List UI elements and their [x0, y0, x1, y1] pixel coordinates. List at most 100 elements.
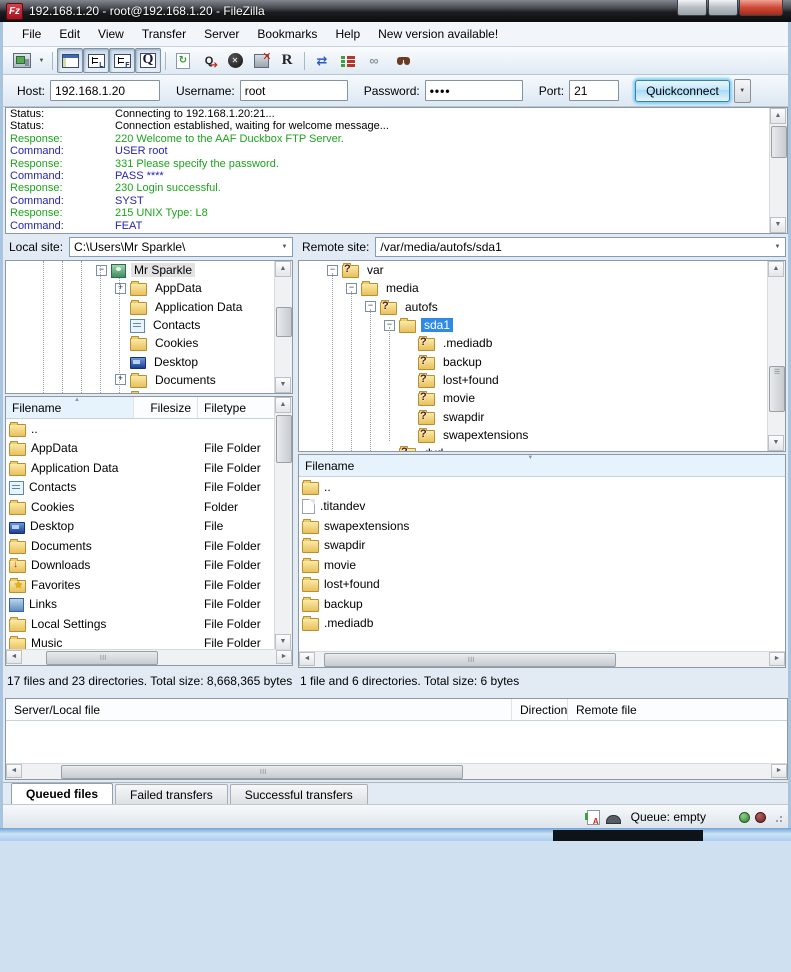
tab-successful-transfers[interactable]: Successful transfers [230, 784, 368, 805]
scroll-down-arrow[interactable] [275, 377, 291, 393]
scroll-up-arrow[interactable] [768, 261, 784, 277]
menu-item-edit[interactable]: Edit [50, 24, 89, 44]
menu-item-transfer[interactable]: Transfer [133, 24, 195, 44]
tree-item[interactable]: + ↓ Downloads [6, 389, 292, 394]
file-row[interactable]: backup [299, 594, 785, 614]
menu-item-help[interactable]: Help [326, 24, 369, 44]
column-header-remote-file[interactable]: Remote file [568, 699, 787, 720]
tree-item[interactable]: − Mr Sparkle [6, 261, 292, 279]
log-scrollbar[interactable] [769, 108, 787, 233]
menu-item-bookmarks[interactable]: Bookmarks [248, 24, 326, 44]
tree-item[interactable]: − ? autofs [299, 298, 785, 316]
local-tree-scrollbar[interactable] [274, 261, 292, 393]
remote-site-combobox[interactable]: /var/media/autofs/sda1 ▼ [375, 237, 786, 257]
file-search-button[interactable] [387, 48, 413, 73]
column-header-filesize[interactable]: Filesize [134, 397, 198, 418]
file-row[interactable]: movie [299, 555, 785, 575]
quickconnect-button[interactable]: Quickconnect [635, 80, 730, 102]
scroll-left-arrow[interactable] [6, 650, 22, 664]
tree-item[interactable]: ? lost+found [299, 371, 785, 389]
remote-tree-scrollbar[interactable] [767, 261, 785, 451]
site-manager-button[interactable] [9, 48, 35, 73]
toggle-remote-tree-button[interactable]: F [109, 48, 135, 73]
tree-item[interactable]: Application Data [6, 298, 292, 316]
menu-item-file[interactable]: File [13, 24, 50, 44]
tree-item[interactable]: ? backup [299, 352, 785, 370]
file-row[interactable]: DesktopFile [6, 517, 275, 537]
toggle-log-view-button[interactable] [57, 48, 83, 73]
tree-item[interactable]: − media [299, 279, 785, 297]
file-row[interactable]: Local SettingsFile Folder [6, 614, 275, 634]
file-row[interactable]: ContactsFile Folder [6, 478, 275, 498]
tree-item[interactable]: + AppData [6, 279, 292, 297]
tree-item[interactable]: Contacts [6, 316, 292, 334]
disconnect-button[interactable]: ✕ [248, 48, 274, 73]
remote-file-list[interactable]: Filename▼ .. .titandev swapextensions sw… [298, 454, 786, 668]
file-row[interactable]: .. [6, 419, 275, 439]
column-header-filetype[interactable]: Filetype [198, 397, 275, 418]
scroll-left-arrow[interactable] [6, 764, 22, 778]
column-header-direction[interactable]: Direction [512, 699, 568, 720]
cancel-operation-button[interactable]: ✕ [222, 48, 248, 73]
password-input[interactable] [425, 80, 523, 101]
menu-item-view[interactable]: View [89, 24, 133, 44]
scroll-down-arrow[interactable] [275, 634, 291, 650]
remote-list-hscrollbar[interactable] [299, 651, 785, 667]
speed-limits-icon[interactable] [606, 815, 621, 824]
file-row[interactable]: lost+found [299, 575, 785, 595]
file-row[interactable]: .mediadb [299, 614, 785, 634]
resize-grip[interactable] [772, 812, 782, 822]
scroll-up-arrow[interactable] [770, 108, 786, 124]
refresh-button[interactable]: ↻ [170, 48, 196, 73]
column-header-filename[interactable]: Filename▼ [299, 455, 785, 476]
title-bar[interactable]: Fz 192.168.1.20 - root@192.168.1.20 - Fi… [0, 0, 791, 22]
port-input[interactable] [569, 80, 619, 101]
process-queue-button[interactable]: Q➜ [196, 48, 222, 73]
file-row[interactable]: .titandev [299, 497, 785, 517]
scroll-right-arrow[interactable] [276, 650, 292, 664]
tree-item[interactable]: + Documents [6, 371, 292, 389]
file-row[interactable]: Application DataFile Folder [6, 458, 275, 478]
scroll-right-arrow[interactable] [769, 652, 785, 666]
quickconnect-dropdown[interactable]: ▼ [734, 79, 751, 103]
tree-item[interactable]: Cookies [6, 334, 292, 352]
menu-item-server[interactable]: Server [195, 24, 248, 44]
tree-item[interactable]: ? dvd [299, 444, 785, 452]
file-row[interactable]: CookiesFolder [6, 497, 275, 517]
scroll-down-arrow[interactable] [768, 435, 784, 451]
file-row[interactable]: ↓DownloadsFile Folder [6, 556, 275, 576]
expand-icon[interactable]: + [115, 393, 126, 394]
file-row[interactable]: swapextensions [299, 516, 785, 536]
scrollbar-thumb[interactable] [276, 415, 292, 463]
maximize-button[interactable] [708, 0, 738, 16]
scrollbar-thumb[interactable] [46, 651, 158, 665]
scrollbar-thumb[interactable] [324, 653, 616, 667]
scrollbar-thumb[interactable] [769, 366, 785, 412]
tab-failed-transfers[interactable]: Failed transfers [115, 784, 228, 805]
site-manager-dropdown[interactable]: ▼ [35, 49, 48, 72]
file-row[interactable]: AppDataFile Folder [6, 439, 275, 459]
remote-tree[interactable]: − ? var − media − ? autofs − sda1 [298, 260, 786, 452]
scroll-down-arrow[interactable] [770, 217, 786, 233]
toggle-queue-button[interactable]: Q [135, 48, 161, 73]
close-button[interactable] [739, 0, 783, 16]
tree-item[interactable]: − ? var [299, 261, 785, 279]
collapse-icon[interactable]: − [96, 265, 107, 276]
file-row[interactable]: LinksFile Folder [6, 595, 275, 615]
file-row[interactable]: .. [299, 477, 785, 497]
expand-icon[interactable]: + [115, 283, 126, 294]
tree-item-selected[interactable]: − sda1 [299, 316, 785, 334]
file-row[interactable]: ★FavoritesFile Folder [6, 575, 275, 595]
username-input[interactable] [240, 80, 348, 101]
expand-icon[interactable]: + [115, 374, 126, 385]
transfer-type-icon[interactable]: A [587, 810, 600, 825]
tree-item[interactable]: Desktop [6, 352, 292, 370]
minimize-button[interactable] [677, 0, 707, 16]
scroll-right-arrow[interactable] [771, 764, 787, 778]
scroll-up-arrow[interactable] [275, 261, 291, 277]
scrollbar-thumb[interactable] [771, 126, 787, 158]
local-file-list[interactable]: Filename▲ Filesize Filetype .. AppDataFi… [5, 396, 293, 666]
tree-item[interactable]: ? swapextensions [299, 426, 785, 444]
synchronized-browsing-button[interactable]: ∞ [361, 48, 387, 73]
queue-hscrollbar[interactable] [6, 763, 787, 779]
